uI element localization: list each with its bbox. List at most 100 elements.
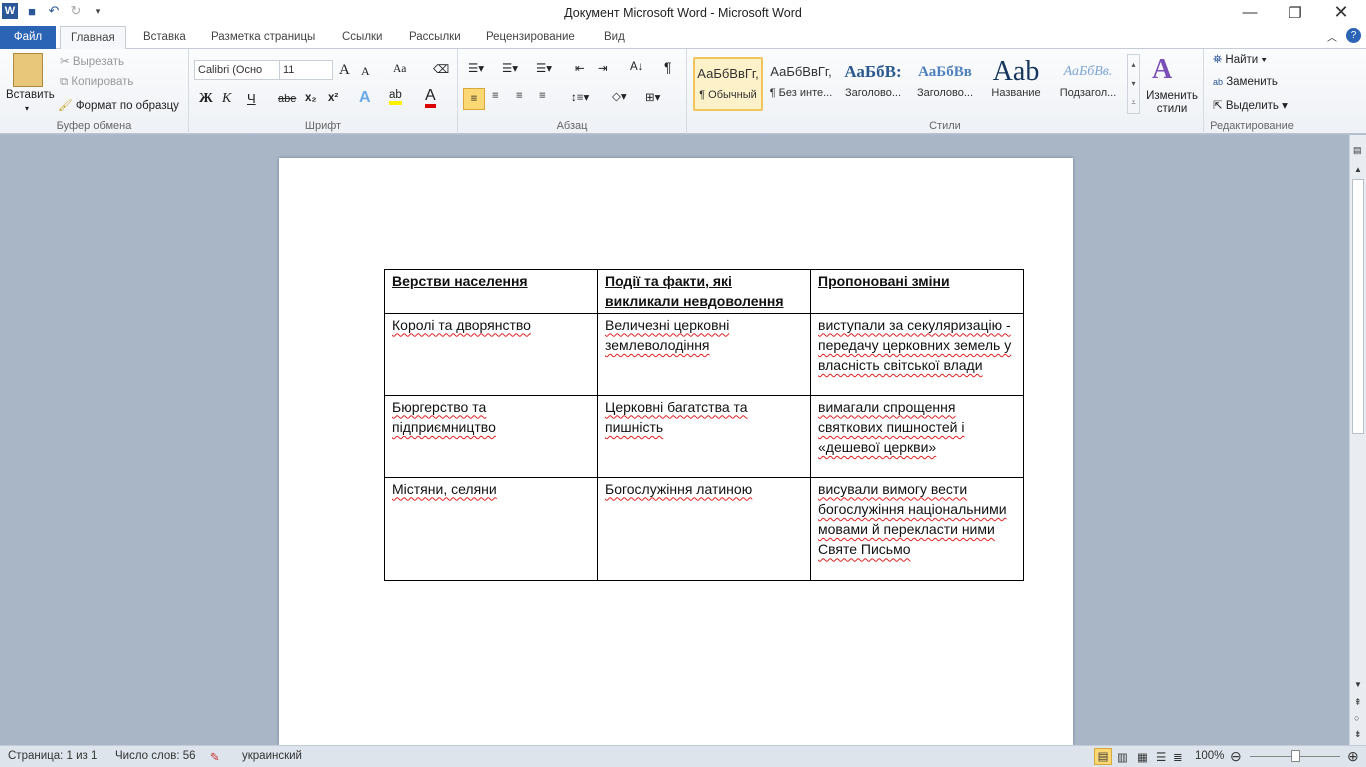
tab-page-layout[interactable]: Разметка страницы bbox=[201, 26, 325, 49]
table-cell: висували вимогу вести богослужіння націо… bbox=[818, 480, 1007, 558]
style-heading-1[interactable]: АаБбВ: Заголово... bbox=[838, 57, 908, 111]
tab-mailings[interactable]: Рассылки bbox=[399, 26, 471, 49]
scroll-down-icon[interactable]: ▼ bbox=[1354, 680, 1362, 689]
tab-file[interactable]: Файл bbox=[0, 26, 56, 49]
scroll-thumb[interactable] bbox=[1352, 179, 1364, 434]
format-painter-button[interactable]: 🖌 Формат по образцу bbox=[58, 98, 179, 112]
select-button[interactable]: ⇱ Выделить ▾ bbox=[1213, 98, 1288, 112]
scroll-up-icon[interactable]: ▲ bbox=[1354, 165, 1362, 174]
help-icon[interactable]: ? bbox=[1346, 28, 1361, 43]
style-no-spacing[interactable]: АаБбВвГг, ¶ Без инте... bbox=[766, 57, 836, 111]
zoom-in-icon[interactable]: ⊕ bbox=[1347, 748, 1359, 765]
table-cell: Церковні багатства та пишність bbox=[605, 398, 748, 435]
language[interactable]: украинский bbox=[242, 750, 302, 762]
subscript-button[interactable]: x₂ bbox=[305, 92, 317, 104]
draft-icon[interactable]: ≣ bbox=[1173, 750, 1183, 764]
next-page-icon[interactable]: ⇟ bbox=[1354, 729, 1362, 740]
find-button[interactable]: ⛯ Найти ▾ bbox=[1213, 54, 1267, 67]
document-area: Верстви населення Події та факти, які ви… bbox=[0, 135, 1349, 745]
increase-indent-icon[interactable]: ⇥ bbox=[598, 61, 608, 75]
prev-page-icon[interactable]: ⇞ bbox=[1354, 697, 1362, 708]
paste-button[interactable]: Вставить bbox=[6, 89, 55, 101]
tab-review[interactable]: Рецензирование bbox=[476, 26, 585, 49]
align-center-button[interactable]: ≡ bbox=[492, 90, 499, 102]
justify-button[interactable]: ≡ bbox=[539, 90, 546, 102]
style-name: Название bbox=[991, 87, 1041, 99]
decrease-indent-icon[interactable]: ⇤ bbox=[575, 61, 585, 75]
browse-object-icon[interactable]: ○ bbox=[1354, 713, 1359, 723]
sort-icon[interactable]: A↓ bbox=[630, 61, 643, 73]
table-cell: вимагали спрощення святкових пишностей і… bbox=[818, 398, 965, 456]
style-normal[interactable]: АаБбВвГг, ¶ Обычный bbox=[693, 57, 763, 111]
restore-button[interactable]: ❐ bbox=[1280, 4, 1310, 22]
underline-button[interactable]: Ч bbox=[247, 91, 256, 106]
table-row: Містяни, селяни Богослужіння латиною вис… bbox=[384, 476, 1024, 581]
scissors-icon: ✂ bbox=[60, 56, 70, 68]
numbering-icon[interactable]: ☰▾ bbox=[502, 61, 518, 75]
print-layout-icon[interactable]: ▤ bbox=[1094, 748, 1112, 765]
page[interactable]: Верстви населення Події та факти, які ви… bbox=[279, 158, 1073, 745]
editing-group: ⛯ Найти ▾ ab Заменить ⇱ Выделить ▾ Редак… bbox=[1205, 49, 1299, 134]
font-color-icon[interactable]: A bbox=[425, 88, 436, 108]
align-left-button[interactable]: ≡ bbox=[463, 88, 485, 110]
editing-label: Редактирование bbox=[1210, 120, 1294, 132]
shading-icon[interactable]: ◇▾ bbox=[612, 89, 627, 103]
style-title[interactable]: Aab Название bbox=[981, 57, 1051, 111]
styles-scroll[interactable]: ▴ ▾ ⩡ bbox=[1127, 54, 1140, 114]
grow-font-button[interactable]: A bbox=[339, 62, 350, 79]
proofing-icon[interactable]: ✎ bbox=[210, 750, 220, 764]
style-subtitle[interactable]: АаБбВв. Подзагол... bbox=[1053, 57, 1123, 111]
copy-button[interactable]: ⧉ Копировать bbox=[60, 76, 133, 89]
copy-icon: ⧉ bbox=[60, 76, 69, 88]
reading-layout-icon[interactable]: ▥ bbox=[1117, 750, 1128, 764]
shrink-font-button[interactable]: A bbox=[361, 64, 370, 79]
table-cell: Містяни, селяни bbox=[392, 480, 497, 497]
change-styles-icon: A bbox=[1152, 54, 1173, 85]
multilevel-list-icon[interactable]: ☰▾ bbox=[536, 61, 552, 75]
minimize-button[interactable]: — bbox=[1235, 4, 1265, 21]
zoom-slider-thumb[interactable] bbox=[1291, 750, 1300, 762]
font-name-select[interactable]: Calibri (Осно bbox=[194, 60, 280, 80]
ruler-toggle-icon[interactable]: ▤ bbox=[1353, 145, 1362, 156]
web-layout-icon[interactable]: ▦ bbox=[1137, 750, 1148, 764]
text-effects-icon[interactable]: A bbox=[359, 89, 371, 107]
tab-references[interactable]: Ссылки bbox=[332, 26, 393, 49]
show-marks-icon[interactable]: ¶ bbox=[664, 59, 672, 75]
minimize-ribbon-icon[interactable]: ︿ bbox=[1327, 29, 1337, 44]
vertical-scrollbar[interactable]: ▤ ▲ ▼ ⇞ ○ ⇟ bbox=[1349, 135, 1366, 745]
style-preview: АаБбВвГг, bbox=[697, 66, 759, 81]
style-heading-2[interactable]: АаБбВв Заголово... bbox=[910, 57, 980, 111]
replace-button[interactable]: ab Заменить bbox=[1213, 76, 1278, 88]
cut-button[interactable]: ✂ Вырезать bbox=[60, 54, 124, 68]
bullets-icon[interactable]: ☰▾ bbox=[468, 61, 484, 75]
word-count[interactable]: Число слов: 56 bbox=[115, 750, 196, 762]
align-right-button[interactable]: ≡ bbox=[516, 90, 523, 102]
bold-button[interactable]: Ж bbox=[199, 91, 213, 107]
style-preview: АаБбВвГг, bbox=[770, 64, 832, 79]
paragraph-group: ☰▾ ☰▾ ☰▾ ⇤ ⇥ A↓ ¶ ≡ ≡ ≡ ≡ ↕≡▾ ◇▾ ⊞▾ Абза… bbox=[458, 49, 687, 134]
style-name: Заголово... bbox=[844, 87, 902, 99]
highlight-icon[interactable]: ab bbox=[389, 89, 402, 105]
zoom-level[interactable]: 100% bbox=[1195, 750, 1224, 762]
change-styles-button[interactable]: Изменить стили bbox=[1145, 90, 1199, 116]
font-size-select[interactable]: 11 bbox=[279, 60, 333, 80]
italic-button[interactable]: К bbox=[222, 91, 231, 107]
style-preview: АаБбВв. bbox=[1063, 64, 1113, 79]
strikethrough-button[interactable]: abe bbox=[278, 93, 296, 105]
zoom-out-icon[interactable]: ⊖ bbox=[1230, 748, 1242, 765]
borders-icon[interactable]: ⊞▾ bbox=[645, 90, 660, 104]
table-header-row: Верстви населення Події та факти, які ви… bbox=[384, 269, 1024, 314]
style-preview: АаБбВ: bbox=[844, 62, 902, 81]
tab-home[interactable]: Главная bbox=[60, 26, 126, 50]
clear-format-icon[interactable]: ⌫ bbox=[433, 62, 449, 76]
paste-dropdown-icon[interactable]: ▾ bbox=[25, 104, 29, 113]
page-count[interactable]: Страница: 1 из 1 bbox=[8, 750, 97, 762]
line-spacing-icon[interactable]: ↕≡▾ bbox=[571, 90, 589, 104]
close-button[interactable]: ✕ bbox=[1326, 2, 1356, 23]
tab-insert[interactable]: Вставка bbox=[133, 26, 196, 49]
outline-icon[interactable]: ☰ bbox=[1156, 750, 1166, 764]
tab-view[interactable]: Вид bbox=[594, 26, 635, 49]
superscript-button[interactable]: x² bbox=[328, 92, 338, 104]
change-case-button[interactable]: Aa bbox=[393, 63, 406, 75]
clipboard-group: Вставить ▾ ✂ Вырезать ⧉ Копировать 🖌 Фор… bbox=[0, 49, 189, 134]
